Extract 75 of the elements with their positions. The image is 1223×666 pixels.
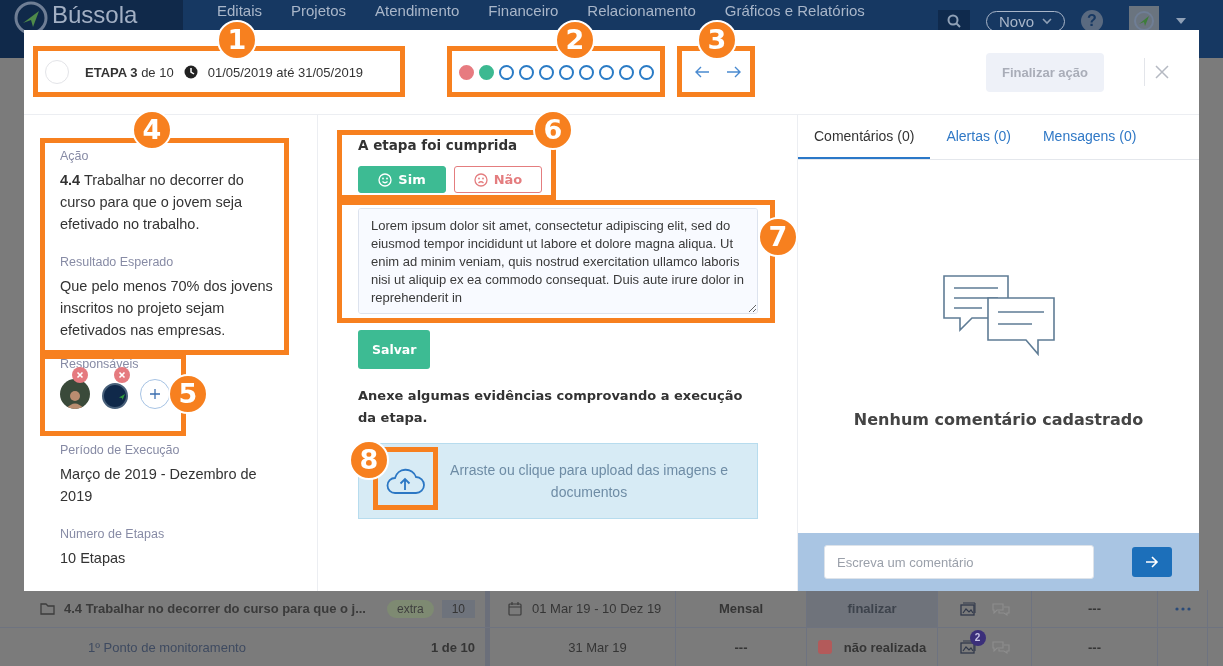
tab[interactable]: Comentários (0) — [798, 115, 931, 159]
field-value: 10 Etapas — [60, 549, 127, 568]
count-badge: 10 — [441, 599, 475, 618]
send-button[interactable] — [1132, 547, 1172, 577]
compass-icon — [1133, 10, 1155, 32]
arrow-right-icon[interactable] — [726, 66, 742, 78]
step-dot[interactable] — [519, 64, 534, 80]
tab[interactable]: Mensagens (0) — [1026, 115, 1153, 159]
period-text: 01 Mar 19 - 10 Dez 19 — [532, 601, 662, 616]
no-button[interactable]: Não — [454, 166, 542, 193]
plus-icon — [150, 389, 160, 399]
nav-link[interactable]: Projetos — [291, 2, 347, 19]
field-value: 4.4 Trabalhar no decorrer do curso para que o jovem seja efetivado no trabalho. — [60, 171, 245, 234]
nav-link[interactable]: Gráficos e Relatórios — [724, 2, 865, 19]
logo-text: Bússola — [52, 1, 138, 29]
step-dot[interactable] — [599, 64, 614, 80]
count-badge: 2 — [969, 630, 986, 646]
calendar-icon — [508, 601, 522, 616]
notes-text: --- — [1088, 639, 1101, 655]
field-label: Resultado Esperado — [60, 255, 175, 269]
frequency-text: Mensal — [718, 601, 764, 616]
evidence-prompt: Anexe algumas evidências comprovando a execução da etapa. — [358, 387, 744, 427]
nav-link[interactable]: Editais — [217, 2, 263, 19]
notes-text: --- — [1088, 601, 1101, 616]
image-icon — [959, 640, 976, 654]
remove-icon[interactable] — [72, 367, 88, 383]
field-label: Ação — [60, 149, 90, 163]
cloud-upload-icon — [385, 466, 425, 496]
field-value: Março de 2019 - Dezembro de 2019 — [60, 465, 258, 506]
step-dot[interactable] — [559, 64, 574, 80]
avatar[interactable] — [60, 379, 90, 409]
compass-logo-icon — [14, 1, 48, 35]
step-dot[interactable] — [639, 64, 654, 80]
image-icon — [959, 601, 976, 616]
field-value: Que pelo menos 70% dos jovens inscritos no projeto sejam efetivados nas empresas. — [60, 277, 274, 340]
progress-text: 1 de 10 — [430, 639, 475, 655]
arrow-left-icon[interactable] — [694, 66, 710, 78]
upload-text: Arraste ou clique para upload das imagens e documentos — [449, 461, 729, 502]
comment-field[interactable]: Escreva um comentário — [824, 545, 1094, 579]
step-dot[interactable] — [579, 64, 594, 80]
period-text: 31 Mar 19 — [568, 639, 627, 655]
search-button[interactable] — [937, 10, 970, 32]
stage-text: ETAPA 3 de 10 — [85, 64, 174, 80]
field-label: Período de Execução — [60, 443, 181, 457]
avatar[interactable] — [102, 383, 128, 409]
chevron-icon — [1042, 17, 1052, 25]
folder-icon — [40, 602, 56, 615]
tag: extra — [386, 599, 434, 618]
step-dot[interactable] — [619, 64, 634, 80]
save-button[interactable]: Salvar — [358, 330, 431, 369]
tab[interactable]: Alertas (0) — [930, 115, 1027, 159]
yes-button[interactable]: Sim — [358, 166, 446, 193]
frequency-text: --- — [734, 639, 748, 655]
empty-message: Nenhum comentário cadastrado — [853, 410, 1144, 429]
step-dot[interactable] — [459, 64, 474, 80]
nav-link[interactable]: Financeiro — [488, 2, 559, 19]
nav-link[interactable]: Relacionamento — [587, 2, 696, 19]
search-icon — [946, 14, 961, 28]
arrow-right-icon — [1145, 556, 1159, 568]
clock-icon — [183, 65, 198, 79]
caret-icon — [1175, 17, 1187, 25]
notes-field[interactable]: Lorem ipsum dolor sit amet, consectetur adipiscing elit, sed do eiusmod tempor incididunt ut labore et dolore magna aliqua. Ut enim ad minim veniam, quis nostrud exercitation ullamco laboris nisi ut aliquip ex ea commodo consequat. Duis aute irure dolor in reprehenderit in — [358, 208, 758, 314]
step-dot[interactable] — [499, 64, 514, 80]
frown-icon — [473, 172, 488, 187]
field-label: Responsáveis — [60, 357, 140, 371]
question-text: A etapa foi cumprida — [358, 137, 518, 153]
step-dot[interactable] — [479, 64, 494, 80]
person-silhouette-icon — [65, 389, 85, 409]
field-label: Número de Etapas — [60, 527, 166, 541]
smile-icon — [378, 172, 393, 187]
row-title[interactable]: 4.4 Trabalhar no decorrer do curso para que o j... — [64, 601, 379, 616]
nav-link[interactable]: Atendimento — [375, 2, 460, 19]
date-range: 01/05/2019 até 31/05/2019 — [207, 64, 364, 80]
status-text: não realizada — [843, 639, 927, 655]
step-dot[interactable] — [539, 64, 554, 80]
